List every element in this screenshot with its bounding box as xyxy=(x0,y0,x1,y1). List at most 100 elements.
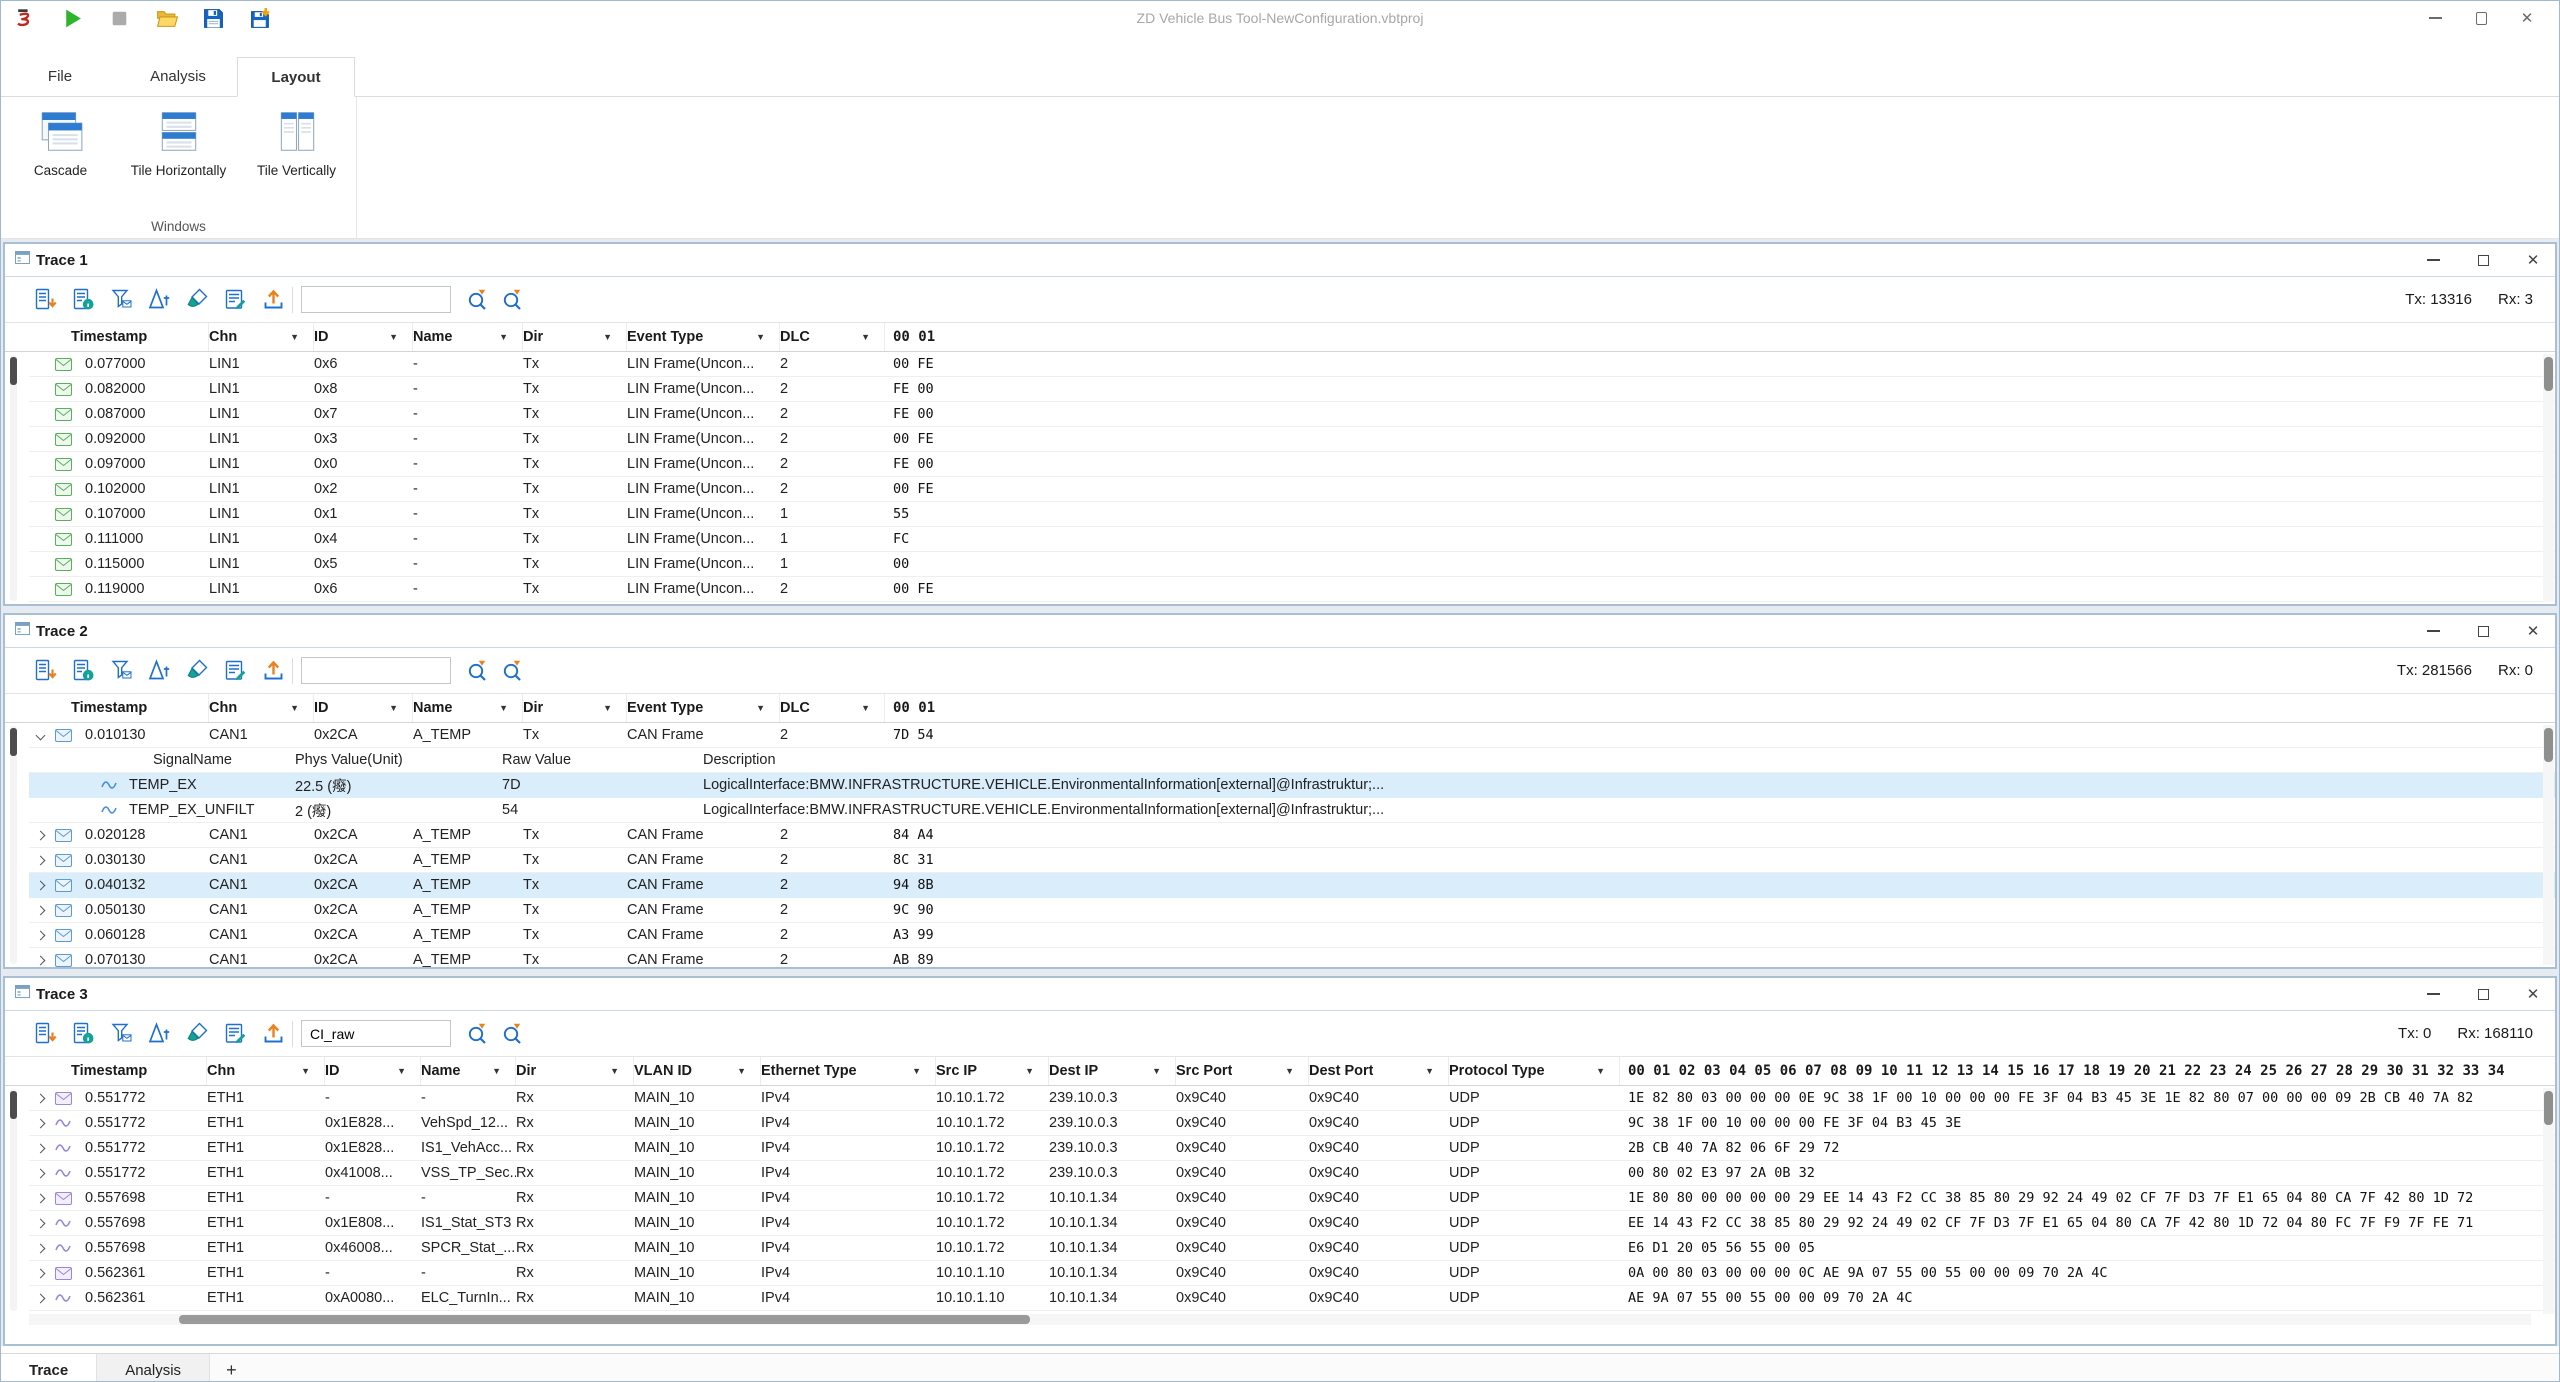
expand-chevron-icon[interactable] xyxy=(36,731,46,741)
column-header-name[interactable]: Name▼ xyxy=(413,323,523,351)
chevron-cell[interactable] xyxy=(29,898,55,922)
find-previous-icon[interactable] xyxy=(465,287,490,312)
signal-row[interactable]: TEMP_EX_UNFILT2 (癈)54LogicalInterface:BM… xyxy=(29,798,2555,823)
expand-chevron-icon[interactable] xyxy=(36,1244,46,1254)
find-next-icon[interactable] xyxy=(500,287,525,312)
table-row[interactable]: 0.020128CAN10x2CAA_TEMPTxCAN Frame284 A4 xyxy=(29,823,2555,848)
filter-dropdown-icon[interactable]: ▼ xyxy=(861,332,870,342)
chevron-cell[interactable] xyxy=(29,1086,55,1110)
search-input[interactable] xyxy=(301,286,451,313)
frame-info-icon[interactable] xyxy=(71,1021,96,1046)
clear-icon[interactable] xyxy=(185,1021,210,1046)
column-header-timestamp[interactable]: Timestamp xyxy=(29,323,209,351)
column-header-event-type[interactable]: Event Type▼ xyxy=(627,694,780,722)
filter-dropdown-icon[interactable]: ▼ xyxy=(389,332,398,342)
chevron-cell[interactable] xyxy=(29,1236,55,1260)
expand-chevron-icon[interactable] xyxy=(36,1144,46,1154)
filter-dropdown-icon[interactable]: ▼ xyxy=(603,703,612,713)
column-header-name[interactable]: Name▼ xyxy=(421,1057,516,1085)
filter-dropdown-icon[interactable]: ▼ xyxy=(1425,1066,1434,1076)
expand-chevron-icon[interactable] xyxy=(36,831,46,841)
chevron-cell[interactable] xyxy=(29,1111,55,1135)
table-row[interactable]: 0.551772ETH10x1E828...VehSpd_12...RxMAIN… xyxy=(29,1111,2555,1136)
column-header-dir[interactable]: Dir▼ xyxy=(523,694,627,722)
tab-layout[interactable]: Layout xyxy=(237,57,355,97)
expand-chevron-icon[interactable] xyxy=(36,1194,46,1204)
table-row[interactable]: 0.092000LIN10x3-TxLIN Frame(Uncon...200 … xyxy=(29,427,2555,452)
chevron-cell[interactable] xyxy=(29,723,55,747)
table-row[interactable]: 0.557698ETH10x46008...SPCR_Stat_...RxMAI… xyxy=(29,1236,2555,1261)
export-icon[interactable] xyxy=(261,1021,286,1046)
table-row[interactable]: 0.107000LIN10x1-TxLIN Frame(Uncon...155 xyxy=(29,502,2555,527)
filter-icon[interactable] xyxy=(109,1021,134,1046)
filter-icon[interactable] xyxy=(109,658,134,683)
expand-chevron-icon[interactable] xyxy=(36,931,46,941)
column-header-dir[interactable]: Dir▼ xyxy=(516,1057,634,1085)
find-next-icon[interactable] xyxy=(500,658,525,683)
column-header-dlc[interactable]: DLC▼ xyxy=(780,694,885,722)
expand-chevron-icon[interactable] xyxy=(36,1294,46,1304)
minimize-icon[interactable] xyxy=(2425,252,2441,268)
filter-dropdown-icon[interactable]: ▼ xyxy=(290,703,299,713)
column-header-ethernet-type[interactable]: Ethernet Type▼ xyxy=(761,1057,936,1085)
open-folder-button[interactable] xyxy=(154,6,179,31)
expand-chevron-icon[interactable] xyxy=(36,881,46,891)
scroll-to-bottom-icon[interactable] xyxy=(33,287,58,312)
table-row[interactable]: 0.030130CAN10x2CAA_TEMPTxCAN Frame28C 31 xyxy=(29,848,2555,873)
expand-chevron-icon[interactable] xyxy=(36,1119,46,1129)
filter-dropdown-icon[interactable]: ▼ xyxy=(301,1066,310,1076)
table-row[interactable]: 0.557698ETH1--RxMAIN_10IPv410.10.1.7210.… xyxy=(29,1186,2555,1211)
table-row[interactable]: 0.060128CAN10x2CAA_TEMPTxCAN Frame2A3 99 xyxy=(29,923,2555,948)
column-header-vlan-id[interactable]: VLAN ID▼ xyxy=(634,1057,761,1085)
time-delta-icon[interactable] xyxy=(147,658,172,683)
maximize-icon[interactable] xyxy=(2475,623,2491,639)
stop-button[interactable] xyxy=(107,6,132,31)
table-row[interactable]: 0.010130CAN10x2CAA_TEMPTxCAN Frame27D 54 xyxy=(29,723,2555,748)
close-icon[interactable]: ✕ xyxy=(2525,252,2541,268)
expand-chevron-icon[interactable] xyxy=(36,956,46,966)
edit-config-icon[interactable] xyxy=(223,287,248,312)
table-row[interactable]: 0.115000LIN10x5-TxLIN Frame(Uncon...100 xyxy=(29,552,2555,577)
column-header-src-ip[interactable]: Src IP▼ xyxy=(936,1057,1049,1085)
trace3-titlebar[interactable]: Trace 3 ✕ xyxy=(5,978,2555,1011)
filter-dropdown-icon[interactable]: ▼ xyxy=(499,703,508,713)
table-row[interactable]: 0.050130CAN10x2CAA_TEMPTxCAN Frame29C 90 xyxy=(29,898,2555,923)
table-row[interactable]: 0.557698ETH10x1E808...IS1_Stat_ST3RxMAIN… xyxy=(29,1211,2555,1236)
expand-chevron-icon[interactable] xyxy=(36,1169,46,1179)
edit-config-icon[interactable] xyxy=(223,1021,248,1046)
trace2-titlebar[interactable]: Trace 2 ✕ xyxy=(5,615,2555,648)
export-icon[interactable] xyxy=(261,287,286,312)
filter-dropdown-icon[interactable]: ▼ xyxy=(389,703,398,713)
trace1-titlebar[interactable]: Trace 1 ✕ xyxy=(5,244,2555,277)
find-previous-icon[interactable] xyxy=(465,658,490,683)
column-header-dir[interactable]: Dir▼ xyxy=(523,323,627,351)
column-header-chn[interactable]: Chn▼ xyxy=(209,323,314,351)
column-header-timestamp[interactable]: Timestamp xyxy=(29,694,209,722)
expand-chevron-icon[interactable] xyxy=(36,1269,46,1279)
search-input[interactable] xyxy=(301,1020,451,1047)
vertical-scrollbar[interactable] xyxy=(2543,725,2554,965)
save-button[interactable] xyxy=(201,6,226,31)
filter-dropdown-icon[interactable]: ▼ xyxy=(492,1066,501,1076)
vertical-scrollbar[interactable] xyxy=(2543,354,2554,602)
chevron-cell[interactable] xyxy=(29,1161,55,1185)
find-next-icon[interactable] xyxy=(500,1021,525,1046)
column-header-id[interactable]: ID▼ xyxy=(314,323,413,351)
maximize-icon[interactable] xyxy=(2475,252,2491,268)
filter-dropdown-icon[interactable]: ▼ xyxy=(912,1066,921,1076)
table-row[interactable]: 0.562361ETH1--RxMAIN_10IPv410.10.1.1010.… xyxy=(29,1261,2555,1286)
minimize-icon[interactable] xyxy=(2427,10,2443,26)
horizontal-scrollbar[interactable] xyxy=(29,1314,2531,1325)
clear-icon[interactable] xyxy=(185,287,210,312)
filter-dropdown-icon[interactable]: ▼ xyxy=(1285,1066,1294,1076)
scroll-to-bottom-icon[interactable] xyxy=(33,1021,58,1046)
filter-dropdown-icon[interactable]: ▼ xyxy=(1596,1066,1605,1076)
filter-dropdown-icon[interactable]: ▼ xyxy=(397,1066,406,1076)
column-header-event-type[interactable]: Event Type▼ xyxy=(627,323,780,351)
column-header-chn[interactable]: Chn▼ xyxy=(209,694,314,722)
minimize-icon[interactable] xyxy=(2425,623,2441,639)
filter-dropdown-icon[interactable]: ▼ xyxy=(1152,1066,1161,1076)
filter-dropdown-icon[interactable]: ▼ xyxy=(499,332,508,342)
chevron-cell[interactable] xyxy=(29,823,55,847)
column-header-protocol-type[interactable]: Protocol Type▼ xyxy=(1449,1057,1620,1085)
